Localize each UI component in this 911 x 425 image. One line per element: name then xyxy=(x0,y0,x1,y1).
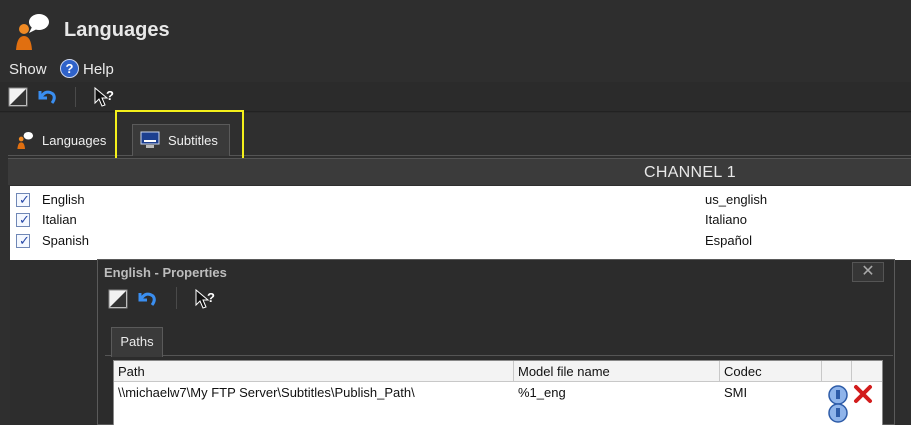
language-name: Italian xyxy=(42,212,77,227)
app-title: Languages xyxy=(64,19,170,41)
language-code: us_english xyxy=(705,192,768,207)
table-header: Path Model file name Codec xyxy=(114,361,882,382)
dialog-tab-divider xyxy=(105,355,893,356)
channel-title: CHANNEL 1 xyxy=(644,164,736,181)
save-icon[interactable] xyxy=(7,85,31,109)
languages-person-icon xyxy=(16,14,49,50)
language-checkbox[interactable]: ✓ xyxy=(16,212,30,227)
undo-icon[interactable] xyxy=(34,85,58,109)
whats-this-pointer-icon[interactable]: ? xyxy=(92,85,116,109)
menu-show[interactable]: Show xyxy=(9,61,47,78)
cell-path[interactable]: \\michaelw7\My FTP Server\Subtitles\Publ… xyxy=(118,385,415,400)
language-code: Español xyxy=(705,233,752,248)
tab-languages[interactable]: Languages xyxy=(16,125,106,155)
toolbar-separator xyxy=(75,87,76,107)
column-header-blank xyxy=(822,361,852,382)
dialog-title: English - Properties xyxy=(104,265,227,280)
language-list: ✓ English us_english ✓ Italian Italiano … xyxy=(10,186,911,260)
help-icon[interactable]: ? xyxy=(60,59,79,78)
whats-this-pointer-icon[interactable]: ? xyxy=(193,287,217,311)
save-icon[interactable] xyxy=(107,287,131,311)
main-toolbar xyxy=(0,82,911,112)
dialog-close-button[interactable]: ✕ xyxy=(852,262,884,282)
toolbar-separator xyxy=(176,287,177,309)
language-row-english[interactable]: ✓ English us_english xyxy=(10,189,911,210)
language-checkbox[interactable]: ✓ xyxy=(16,192,30,207)
menu-help[interactable]: Help xyxy=(83,61,114,78)
language-row-spanish[interactable]: ✓ Spanish Español xyxy=(10,230,911,251)
language-name: Spanish xyxy=(42,233,89,248)
languages-person-icon xyxy=(17,131,34,149)
menu-bar: Show Help xyxy=(0,58,911,82)
row-actions xyxy=(827,382,879,425)
language-code: Italiano xyxy=(705,212,747,227)
column-header-path[interactable]: Path xyxy=(114,361,514,382)
paths-table: Path Model file name Codec \\michaelw7\M… xyxy=(113,360,883,425)
edit-icon[interactable] xyxy=(827,384,849,424)
tab-paths[interactable]: Paths xyxy=(111,327,163,357)
svg-text:?: ? xyxy=(106,88,114,103)
language-name: English xyxy=(42,192,85,207)
title-bar: Languages xyxy=(0,0,911,58)
column-header-model-file-name[interactable]: Model file name xyxy=(514,361,720,382)
cell-model-file-name[interactable]: %1_eng xyxy=(518,385,566,400)
channel-header: CHANNEL 1 xyxy=(8,158,911,185)
column-header-codec[interactable]: Codec xyxy=(720,361,822,382)
svg-text:?: ? xyxy=(207,290,215,305)
tab-languages-label: Languages xyxy=(42,132,107,148)
undo-icon[interactable] xyxy=(134,287,158,311)
language-checkbox[interactable]: ✓ xyxy=(16,233,30,248)
properties-dialog: English - Properties ✕ ? Paths Path Mode… xyxy=(97,259,895,425)
language-row-italian[interactable]: ✓ Italian Italiano xyxy=(10,209,911,230)
cell-codec[interactable]: SMI xyxy=(724,385,747,400)
delete-icon[interactable] xyxy=(853,384,873,404)
